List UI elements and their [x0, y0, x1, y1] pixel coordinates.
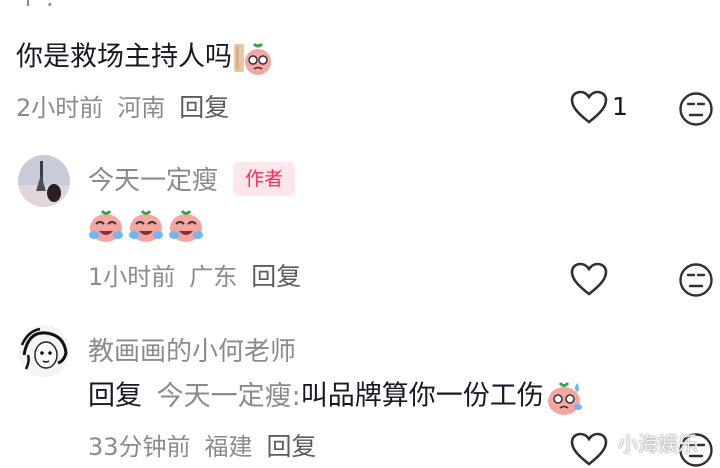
dislike-button[interactable]	[678, 91, 714, 127]
comment-2-stickers	[86, 205, 206, 245]
username[interactable]: 教画画的小何老师	[88, 331, 296, 368]
heart-icon	[570, 432, 608, 466]
reply-target-username[interactable]: 今天一定瘦:	[157, 381, 301, 412]
comment-time: 33分钟前	[88, 433, 191, 461]
like-button[interactable]	[570, 432, 608, 468]
laugh-cry-blob-sticker-icon	[126, 205, 166, 245]
sweat-blob-sticker-icon	[544, 377, 584, 417]
comment-time: 1小时前	[88, 263, 176, 291]
comment-1-text: 你是救场主持人吗	[16, 38, 272, 78]
comment-2-meta: 1小时前 广东 回复	[88, 262, 315, 292]
like-count: 1	[612, 92, 628, 121]
like-button[interactable]	[570, 262, 608, 298]
reply-button[interactable]: 回复	[267, 432, 317, 461]
comment-text: 你是救场主持人吗	[16, 41, 232, 73]
avatar[interactable]	[18, 325, 70, 377]
neutral-face-icon	[679, 92, 713, 126]
reply-prefix: 回复	[88, 380, 142, 412]
comment-location: 广东	[189, 263, 238, 291]
comment-1-meta: 2小时前 河南 回复	[16, 93, 243, 123]
avatar-sketch-icon	[18, 325, 70, 377]
neutral-face-icon	[679, 263, 713, 297]
comment-location: 福建	[204, 433, 253, 461]
laugh-cry-blob-sticker-icon	[86, 205, 126, 245]
laugh-cry-blob-sticker-icon	[166, 205, 206, 245]
top-cutoff-fragment: ↑ :	[18, 0, 54, 12]
heart-icon	[570, 262, 608, 296]
comment-2-header: 今天一定瘦 作者	[88, 160, 296, 197]
tearful-blob-sticker-icon	[232, 38, 272, 78]
comment-time: 2小时前	[16, 94, 104, 122]
comment-text: 叫品牌算你一份工伤	[300, 380, 544, 412]
like-button[interactable]	[570, 90, 608, 126]
username[interactable]: 今天一定瘦	[88, 166, 218, 196]
watermark: 小海娱乐	[618, 432, 698, 456]
dislike-button[interactable]	[678, 262, 714, 298]
heart-icon	[570, 90, 608, 124]
comment-3-text: 回复 今天一定瘦:叫品牌算你一份工伤	[88, 377, 584, 417]
reply-button[interactable]: 回复	[179, 93, 229, 122]
avatar[interactable]	[18, 155, 70, 207]
avatar-photo-icon	[18, 155, 70, 207]
comment-3-meta: 33分钟前 福建 回复	[88, 432, 331, 462]
reply-button[interactable]: 回复	[251, 262, 301, 291]
author-badge: 作者	[233, 161, 296, 196]
comment-location: 河南	[117, 94, 166, 122]
